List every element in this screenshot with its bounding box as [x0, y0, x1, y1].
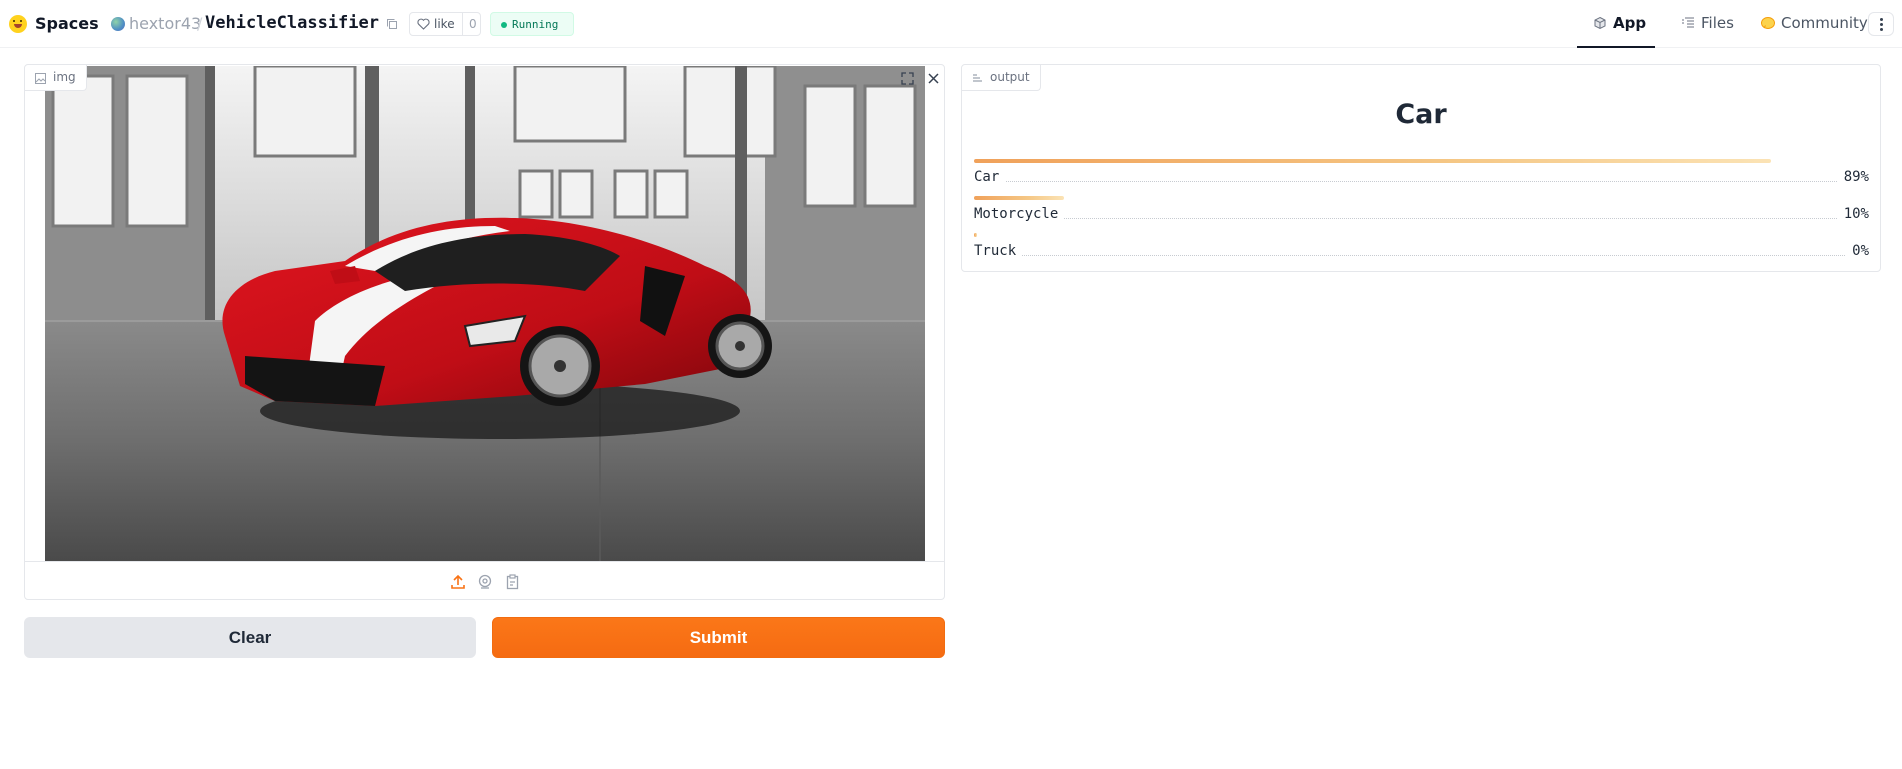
- confidence-row[interactable]: Car 89%: [974, 169, 1869, 189]
- tab-community[interactable]: Community: [1745, 0, 1875, 48]
- image-source-bar: [25, 561, 944, 599]
- image-input-label: img: [25, 65, 87, 91]
- close-icon[interactable]: [926, 71, 941, 86]
- output-label: output: [962, 65, 1041, 91]
- confidence-label: Truck: [974, 243, 1023, 259]
- output-label-text: output: [990, 70, 1030, 84]
- uploaded-car-image: [45, 66, 925, 561]
- confidence-value: 89%: [1837, 169, 1869, 185]
- spaces-link[interactable]: Spaces: [35, 14, 99, 33]
- tab-files-label: Files: [1701, 14, 1734, 32]
- confidence-value: 0%: [1846, 243, 1869, 259]
- more-dot-icon: [1880, 23, 1883, 26]
- clear-button[interactable]: Clear: [24, 617, 476, 658]
- owner-avatar[interactable]: [111, 17, 125, 31]
- tab-community-label: Community: [1781, 14, 1868, 32]
- more-dot-icon: [1880, 28, 1883, 31]
- row-dotted-leader: [974, 218, 1869, 219]
- clipboard-icon[interactable]: [504, 573, 522, 591]
- heart-icon: [417, 18, 430, 30]
- output-panel: output Car Car 89% Motorcycle 10% Truck …: [961, 64, 1881, 272]
- tab-files[interactable]: Files: [1665, 0, 1735, 48]
- repo-name-link[interactable]: VehicleClassifier: [205, 13, 379, 33]
- status-text: Running: [512, 18, 559, 31]
- fullscreen-icon[interactable]: [900, 71, 915, 86]
- community-icon: [1761, 17, 1775, 29]
- breadcrumb-separator: /: [197, 14, 203, 33]
- row-dotted-leader: [974, 255, 1869, 256]
- status-dot-icon: [501, 22, 507, 28]
- label-icon: [973, 74, 982, 82]
- image-icon: [35, 73, 46, 84]
- row-dotted-leader: [974, 181, 1869, 182]
- image-input-panel: img: [24, 64, 945, 600]
- like-count[interactable]: 0: [469, 17, 477, 31]
- more-menu-button[interactable]: [1868, 12, 1894, 36]
- status-badge: Running: [490, 12, 574, 36]
- top-bar: Spaces hextor43 / VehicleClassifier like…: [0, 0, 1902, 48]
- confidence-row[interactable]: Truck 0%: [974, 243, 1869, 263]
- predicted-label: Car: [1395, 99, 1447, 130]
- image-input-label-text: img: [53, 70, 76, 84]
- hugging-face-logo-icon[interactable]: [9, 15, 27, 33]
- copy-icon[interactable]: [386, 18, 398, 30]
- more-dot-icon: [1880, 18, 1883, 21]
- confidence-bar: [974, 196, 1064, 200]
- confidence-label: Car: [974, 169, 1006, 185]
- like-label: like: [434, 17, 455, 31]
- tab-app-label: App: [1613, 14, 1647, 32]
- webcam-icon[interactable]: [476, 573, 494, 591]
- tab-app[interactable]: App: [1577, 0, 1655, 48]
- confidence-bar: [974, 233, 977, 237]
- cube-icon: [1594, 16, 1606, 30]
- owner-link[interactable]: hextor43: [129, 14, 201, 33]
- like-divider: [462, 13, 463, 35]
- confidence-label: Motorcycle: [974, 206, 1065, 222]
- submit-button[interactable]: Submit: [492, 617, 945, 658]
- confidence-bar: [974, 159, 1771, 163]
- confidence-value: 10%: [1837, 206, 1869, 222]
- upload-icon[interactable]: [449, 573, 467, 591]
- like-button[interactable]: like 0: [409, 12, 481, 36]
- confidence-row[interactable]: Motorcycle 10%: [974, 206, 1869, 226]
- files-icon: [1682, 17, 1694, 28]
